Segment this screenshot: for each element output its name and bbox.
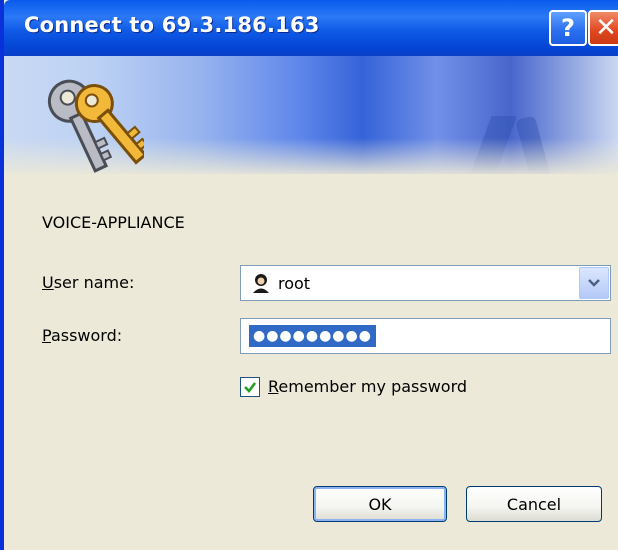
username-value: root	[278, 273, 311, 293]
chevron-down-icon	[588, 279, 600, 287]
username-label-text: ser name:	[53, 273, 135, 292]
password-label-accelerator: P	[42, 326, 51, 345]
username-label: User name:	[42, 273, 134, 292]
username-combobox[interactable]: root	[240, 265, 611, 301]
password-field[interactable]: ●●●●●●●●●	[240, 318, 611, 354]
remember-label-text: emember my password	[278, 377, 468, 396]
check-icon	[244, 382, 257, 393]
ok-button[interactable]: OK	[313, 486, 447, 522]
remember-label-accelerator: R	[268, 377, 279, 396]
realm-label: VOICE-APPLIANCE	[42, 213, 185, 232]
login-dialog: Connect to 69.3.186.163 ? ✕ VOICE-APPLIA…	[0, 0, 618, 550]
username-label-accelerator: U	[42, 273, 54, 292]
close-button[interactable]: ✕	[588, 10, 618, 46]
help-button[interactable]: ?	[549, 10, 587, 46]
dialog-title: Connect to 69.3.186.163	[24, 13, 320, 37]
remember-password-checkbox[interactable]	[240, 377, 260, 397]
remember-password-label[interactable]: Remember my password	[268, 377, 467, 396]
keys-icon	[47, 79, 144, 173]
cancel-button[interactable]: Cancel	[466, 486, 602, 522]
password-label-text: assword:	[50, 326, 123, 345]
password-masked-value: ●●●●●●●●●	[249, 325, 376, 347]
user-icon	[253, 274, 269, 293]
title-bar[interactable]: Connect to 69.3.186.163 ? ✕	[4, 0, 618, 56]
password-label: Password:	[42, 326, 122, 345]
username-dropdown-button[interactable]	[579, 267, 609, 299]
